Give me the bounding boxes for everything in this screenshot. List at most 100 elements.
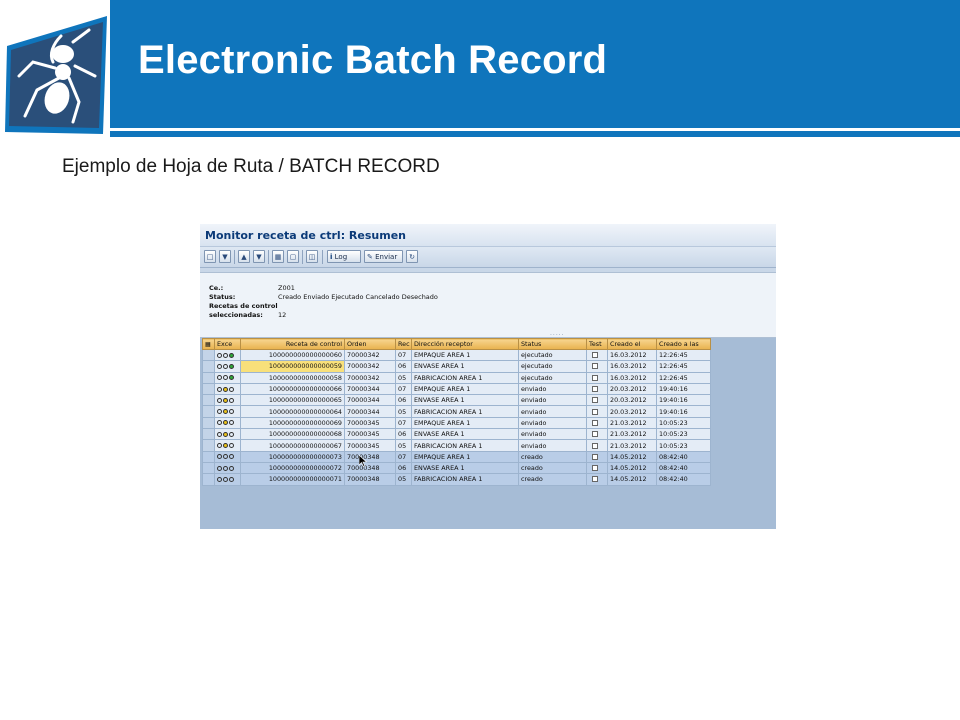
cell-receta[interactable]: 100000000000000058 <box>240 371 345 384</box>
status-light-icon <box>229 397 234 403</box>
cell-receta[interactable]: 100000000000000060 <box>240 348 345 362</box>
col-header-creado-el[interactable]: Creado el <box>607 338 657 350</box>
toolbar-separator <box>268 250 269 264</box>
cell-receta[interactable]: 100000000000000072 <box>240 461 345 475</box>
table-row[interactable]: 100000000000000072 70000348 06 ENVASE AREA … <box>202 461 711 475</box>
row-selector[interactable] <box>202 405 215 418</box>
table-row[interactable]: 100000000000000066 70000344 07 EMPAQUE AREA… <box>202 382 711 396</box>
filter-button[interactable]: ▼ <box>219 250 231 263</box>
sap-title-bar: Monitor receta de ctrl: Resumen <box>200 224 776 247</box>
row-selector[interactable] <box>202 450 215 463</box>
row-selector[interactable] <box>202 473 215 486</box>
row-selector[interactable] <box>202 439 215 452</box>
cell-status: enviado <box>518 416 587 430</box>
table-row[interactable]: 100000000000000058 70000342 05 FABRICACION … <box>202 371 711 384</box>
cell-test <box>586 416 608 430</box>
log-button[interactable]: i Log <box>327 250 361 263</box>
cell-receta[interactable]: 100000000000000066 <box>240 382 345 396</box>
test-checkbox[interactable] <box>592 363 598 370</box>
cell-creado-a-las: 19:40:16 <box>656 394 711 407</box>
test-checkbox[interactable] <box>592 442 598 449</box>
status-light-icon <box>223 397 228 403</box>
table-row[interactable]: 100000000000000060 70000342 07 EMPAQUE AREA… <box>202 348 711 362</box>
cell-creado-a-las: 08:42:40 <box>656 461 711 475</box>
refresh-button[interactable]: ↻ <box>406 250 418 263</box>
sap-window: Monitor receta de ctrl: Resumen □ ▼ ▲ ▼ … <box>200 224 776 529</box>
cell-status: ejecutado <box>518 360 587 373</box>
cell-receta[interactable]: 100000000000000067 <box>240 439 345 452</box>
cell-direccion: EMPAQUE AREA 1 <box>411 416 519 430</box>
cell-direccion: ENVASE AREA 1 <box>411 394 519 407</box>
deselect-all-button[interactable]: ▢ <box>287 250 299 263</box>
traffic-light-icon <box>217 454 234 460</box>
cell-receta[interactable]: 100000000000000064 <box>240 405 345 418</box>
cell-rec: 07 <box>395 348 412 362</box>
test-checkbox[interactable] <box>592 374 598 381</box>
cell-receta[interactable]: 100000000000000069 <box>240 416 345 430</box>
cell-creado-el: 21.03.2012 <box>607 416 657 430</box>
cell-receta[interactable]: 100000000000000068 <box>240 428 345 441</box>
table-row[interactable]: 100000000000000073 70000348 07 EMPAQUE AREA… <box>202 450 711 463</box>
test-checkbox[interactable] <box>592 419 598 426</box>
cell-receta[interactable]: 100000000000000059 <box>240 360 345 373</box>
row-selector[interactable] <box>202 360 215 373</box>
sort-descending-button[interactable]: ▼ <box>253 250 265 263</box>
enviar-button[interactable]: ✎ Enviar <box>364 250 403 263</box>
cell-orden: 70000342 <box>344 360 396 373</box>
select-all-cell[interactable]: ▦ <box>202 338 215 350</box>
table-row[interactable]: 100000000000000071 70000348 05 FABRICACION … <box>202 473 711 486</box>
table-row[interactable]: 100000000000000064 70000344 05 FABRICACION … <box>202 405 711 418</box>
table-row[interactable]: 100000000000000067 70000345 05 FABRICACION … <box>202 439 711 452</box>
row-selector[interactable] <box>202 382 215 396</box>
test-checkbox[interactable] <box>592 453 598 460</box>
col-header-receta[interactable]: Receta de control <box>240 338 345 350</box>
status-light-icon <box>229 465 234 471</box>
col-header-rec[interactable]: Rec <box>395 338 412 350</box>
test-checkbox[interactable] <box>592 476 598 483</box>
cell-creado-el: 14.05.2012 <box>607 473 657 486</box>
cell-status: enviado <box>518 394 587 407</box>
row-selector[interactable] <box>202 348 215 362</box>
col-header-creado-a-las[interactable]: Creado a las <box>656 338 711 350</box>
table-row[interactable]: 100000000000000059 70000342 06 ENVASE AREA … <box>202 360 711 373</box>
row-selector[interactable] <box>202 461 215 475</box>
cell-direccion: ENVASE AREA 1 <box>411 360 519 373</box>
cell-creado-a-las: 08:42:40 <box>656 473 711 486</box>
col-header-test[interactable]: Test <box>586 338 608 350</box>
select-all-button[interactable]: ▦ <box>272 250 284 263</box>
details-button[interactable]: □ <box>204 250 216 263</box>
cell-test <box>586 394 608 407</box>
cell-receta[interactable]: 100000000000000065 <box>240 394 345 407</box>
status-light-icon <box>217 443 222 449</box>
row-selector[interactable] <box>202 416 215 430</box>
cell-exce <box>214 416 241 430</box>
row-selector[interactable] <box>202 394 215 407</box>
cell-orden: 70000348 <box>344 473 396 486</box>
status-light-icon <box>229 409 234 415</box>
status-light-icon <box>217 420 222 426</box>
cell-receta[interactable]: 100000000000000073 <box>240 450 345 463</box>
cell-status: creado <box>518 450 587 463</box>
cell-rec: 06 <box>395 428 412 441</box>
table-row[interactable]: 100000000000000068 70000345 06 ENVASE AREA … <box>202 428 711 441</box>
test-checkbox[interactable] <box>592 431 598 438</box>
sort-ascending-button[interactable]: ▲ <box>238 250 250 263</box>
cell-orden: 70000344 <box>344 394 396 407</box>
test-checkbox[interactable] <box>592 352 598 359</box>
row-selector[interactable] <box>202 371 215 384</box>
col-header-orden[interactable]: Orden <box>344 338 396 350</box>
test-checkbox[interactable] <box>592 465 598 472</box>
test-checkbox[interactable] <box>592 386 598 393</box>
cell-creado-a-las: 19:40:16 <box>656 382 711 396</box>
delete-button[interactable]: ◫ <box>306 250 318 263</box>
col-header-direccion[interactable]: Dirección receptor <box>411 338 519 350</box>
table-row[interactable]: 100000000000000069 70000345 07 EMPAQUE AREA… <box>202 416 711 430</box>
cell-receta[interactable]: 100000000000000071 <box>240 473 345 486</box>
test-checkbox[interactable] <box>592 397 598 404</box>
col-header-exce[interactable]: Exce <box>214 338 241 350</box>
test-checkbox[interactable] <box>592 408 598 415</box>
table-row[interactable]: 100000000000000065 70000344 06 ENVASE AREA … <box>202 394 711 407</box>
col-header-status[interactable]: Status <box>518 338 587 350</box>
row-selector[interactable] <box>202 428 215 441</box>
cell-direccion: EMPAQUE AREA 1 <box>411 450 519 463</box>
